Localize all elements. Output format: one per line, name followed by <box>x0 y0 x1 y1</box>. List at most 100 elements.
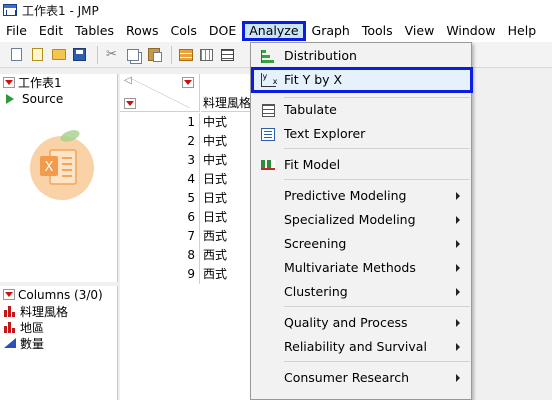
menu-view[interactable]: View <box>399 21 441 41</box>
save-icon <box>73 48 86 61</box>
source-script-item[interactable]: Source <box>0 91 117 107</box>
new-table-icon <box>11 48 22 61</box>
source-label: Source <box>22 92 64 106</box>
new-table-button[interactable] <box>8 46 25 63</box>
menu-tools[interactable]: Tools <box>356 21 399 41</box>
row-number[interactable]: 4 <box>120 170 200 189</box>
submenu-arrow-icon <box>456 343 460 351</box>
menu-rows[interactable]: Rows <box>120 21 165 41</box>
red-triangle-menu-icon[interactable] <box>124 98 136 109</box>
menu-item-multivariate-methods[interactable]: Multivariate Methods <box>251 257 471 279</box>
menu-cols[interactable]: Cols <box>165 21 203 41</box>
row-number[interactable]: 9 <box>120 265 200 284</box>
row-number[interactable]: 1 <box>120 113 200 132</box>
window-title: 工作表1 - JMP <box>22 3 99 18</box>
menu-item-distribution[interactable]: Distribution <box>251 45 471 67</box>
menu-item-reliability-and-survival[interactable]: Reliability and Survival <box>251 336 471 358</box>
column-name: 料理風格 <box>20 304 69 319</box>
title-bar: 工作表1 - JMP <box>0 0 552 20</box>
copy-icon <box>126 48 139 61</box>
menu-item-tabulate[interactable]: Tabulate <box>251 99 471 121</box>
continuous-triangle-icon <box>4 338 16 348</box>
menu-separator <box>284 179 470 180</box>
collapse-arrow-icon[interactable]: ◁ <box>124 75 132 86</box>
paste-icon <box>147 48 162 62</box>
row-number[interactable]: 5 <box>120 189 200 208</box>
menu-item-clustering[interactable]: Clustering <box>251 281 471 303</box>
menu-item-fit-y-by-x[interactable]: yx Fit Y by X <box>251 67 473 93</box>
columns-panel: Columns (3/0) 料理風格 地區 數量 <box>0 286 118 400</box>
corner-diagonal <box>130 78 190 108</box>
distribution-icon <box>261 49 275 63</box>
new-script-icon <box>32 48 43 61</box>
menu-item-text-explorer[interactable]: Text Explorer <box>251 123 471 145</box>
data-table-icon <box>178 48 193 61</box>
cut-icon: ✂ <box>106 47 117 62</box>
submenu-arrow-icon <box>456 264 460 272</box>
submenu-arrow-icon <box>456 216 460 224</box>
row-number[interactable]: 7 <box>120 227 200 246</box>
column-name: 數量 <box>20 336 45 351</box>
analyze-menu: Distribution yx Fit Y by X Tabulate Text… <box>250 42 473 400</box>
tabulate-icon <box>261 103 275 117</box>
menu-item-consumer-research[interactable]: Consumer Research <box>251 367 471 389</box>
submenu-arrow-icon <box>456 192 460 200</box>
text-explorer-icon <box>261 127 275 141</box>
red-triangle-menu-icon[interactable] <box>3 77 15 88</box>
fit-model-icon <box>261 160 275 170</box>
table-name: 工作表1 <box>18 76 62 90</box>
cut-button[interactable]: ✂ <box>103 46 120 63</box>
submenu-arrow-icon <box>456 288 460 296</box>
menu-separator <box>284 306 470 307</box>
menu-separator <box>284 148 470 149</box>
menu-item-predictive-modeling[interactable]: Predictive Modeling <box>251 185 471 207</box>
grid-lines-icon <box>221 48 234 61</box>
row-number[interactable]: 6 <box>120 208 200 227</box>
menu-item-specialized-modeling[interactable]: Specialized Modeling <box>251 209 471 231</box>
copy-button[interactable] <box>124 46 141 63</box>
orange-logo-watermark: X <box>30 130 94 200</box>
red-triangle-menu-icon[interactable] <box>3 289 15 300</box>
data-table-button[interactable] <box>177 46 194 63</box>
new-script-button[interactable] <box>29 46 46 63</box>
paste-button[interactable] <box>145 46 162 63</box>
svg-text:X: X <box>45 160 54 175</box>
menu-window[interactable]: Window <box>440 21 501 41</box>
row-number[interactable]: 8 <box>120 246 200 265</box>
row-number[interactable]: 2 <box>120 132 200 151</box>
open-button[interactable] <box>50 46 67 63</box>
toolbar-separator <box>171 45 172 64</box>
grid-button[interactable] <box>198 46 215 63</box>
columns-panel-header: Columns (3/0) <box>0 286 117 303</box>
menu-file[interactable]: File <box>0 21 33 41</box>
menu-edit[interactable]: Edit <box>33 21 69 41</box>
menu-bar: File Edit Tables Rows Cols DOE Analyze G… <box>0 20 552 42</box>
menu-item-screening[interactable]: Screening <box>251 233 471 255</box>
grid-corner: ◁ <box>120 74 200 112</box>
menu-help[interactable]: Help <box>502 21 543 41</box>
column-item[interactable]: 料理風格 <box>0 303 117 319</box>
menu-separator <box>284 361 470 362</box>
nominal-bar-icon <box>4 321 16 333</box>
play-icon <box>6 94 14 104</box>
grid-lines-button[interactable] <box>219 46 236 63</box>
menu-tables[interactable]: Tables <box>69 21 120 41</box>
column-item[interactable]: 地區 <box>0 319 117 335</box>
data-grid: ◁ 料理風格 1 中式 2 中式 3 中式 4 日式 5 日式 6 日式 7 西… <box>120 74 261 400</box>
red-triangle-menu-icon[interactable] <box>182 77 194 88</box>
save-button[interactable] <box>71 46 88 63</box>
menu-doe[interactable]: DOE <box>203 21 242 41</box>
fit-y-by-x-icon: yx <box>260 72 278 87</box>
open-icon <box>51 49 66 60</box>
submenu-arrow-icon <box>456 240 460 248</box>
row-number[interactable]: 3 <box>120 151 200 170</box>
column-item[interactable]: 數量 <box>0 335 117 351</box>
submenu-arrow-icon <box>456 319 460 327</box>
menu-graph[interactable]: Graph <box>306 21 356 41</box>
columns-count-label: Columns (3/0) <box>18 287 103 302</box>
menu-item-fit-model[interactable]: Fit Model <box>251 154 471 176</box>
jmp-app-icon <box>3 4 17 16</box>
menu-item-quality-and-process[interactable]: Quality and Process <box>251 312 471 334</box>
menu-analyze[interactable]: Analyze <box>242 21 306 41</box>
nominal-bar-icon <box>4 305 16 317</box>
